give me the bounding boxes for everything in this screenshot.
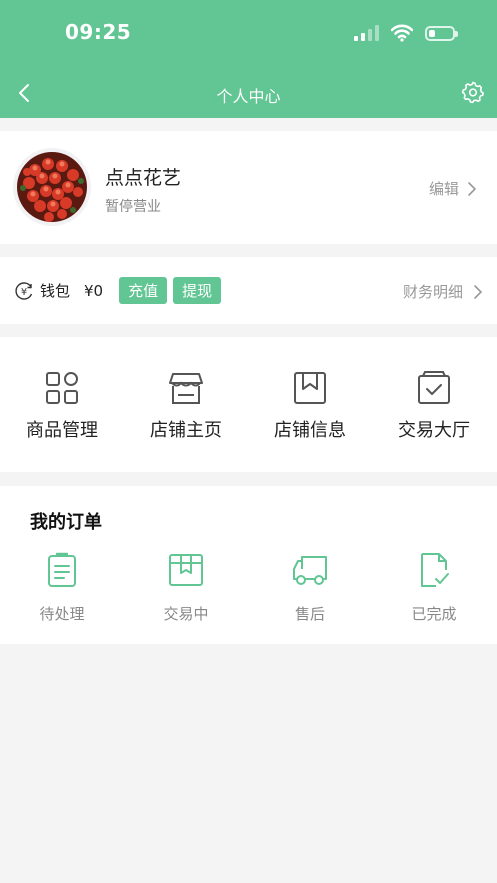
checked-box-icon — [418, 371, 450, 404]
shop-status: 暂停营业 — [105, 199, 161, 215]
menu-item-shop-homepage[interactable]: 店铺主页 — [124, 370, 248, 442]
shop-name: 点点花艺 — [105, 167, 182, 189]
settings-gear-icon[interactable] — [461, 80, 485, 104]
menu-item-product-management[interactable]: 商品管理 — [0, 370, 124, 442]
menu-item-label: 店铺信息 — [274, 420, 346, 441]
finance-details-link[interactable]: 财务明细 — [403, 281, 483, 302]
page-title: 个人中心 — [216, 87, 281, 106]
menu-item-shop-info[interactable]: 店铺信息 — [248, 370, 372, 442]
order-status-pending[interactable]: 待处理 — [0, 551, 124, 624]
storefront-icon — [169, 373, 203, 404]
truck-icon — [293, 556, 327, 585]
bookmark-box-icon — [294, 372, 326, 404]
wallet-row: ¥ 钱包 ¥0 充值 提现 — [14, 277, 222, 304]
order-status-label: 交易中 — [163, 605, 209, 623]
status-icons — [354, 22, 458, 44]
orders-section-title: 我的订单 — [30, 512, 102, 533]
order-status-completed[interactable]: 已完成 — [372, 551, 496, 624]
edit-label: 编辑 — [428, 180, 459, 198]
wifi-icon — [391, 24, 413, 42]
clipboard-icon — [48, 552, 76, 587]
header-bar: 09:25 个人中心 — [0, 0, 497, 118]
status-time: 09:25 — [65, 20, 132, 44]
battery-icon — [425, 25, 458, 41]
wallet-label: 钱包 — [40, 282, 71, 300]
order-status-label: 待处理 — [39, 605, 85, 623]
svg-text:¥: ¥ — [21, 287, 27, 298]
edit-profile-link[interactable]: 编辑 — [429, 178, 477, 199]
order-status-in-progress[interactable]: 交易中 — [124, 551, 248, 624]
order-status-after-sales[interactable]: 售后 — [248, 551, 372, 624]
order-status-label: 已完成 — [411, 605, 457, 623]
menu-item-label: 店铺主页 — [150, 420, 222, 441]
menu-item-label: 商品管理 — [26, 420, 98, 441]
chevron-right-icon — [468, 181, 477, 196]
finance-details-label: 财务明细 — [402, 283, 463, 301]
chevron-right-icon — [474, 284, 483, 299]
order-status-label: 售后 — [294, 605, 325, 623]
package-icon — [169, 554, 203, 586]
recharge-button[interactable]: 充值 — [119, 277, 168, 304]
yuan-coin-icon: ¥ — [15, 281, 33, 300]
shop-avatar[interactable] — [13, 148, 91, 226]
cellular-signal-icon — [354, 25, 379, 41]
menu-item-label: 交易大厅 — [398, 420, 470, 441]
grid-icon — [46, 372, 78, 404]
document-check-icon — [421, 553, 449, 587]
menu-item-trading-hall[interactable]: 交易大厅 — [372, 370, 496, 442]
withdraw-button[interactable]: 提现 — [173, 277, 222, 304]
wallet-balance: ¥0 — [84, 281, 104, 300]
